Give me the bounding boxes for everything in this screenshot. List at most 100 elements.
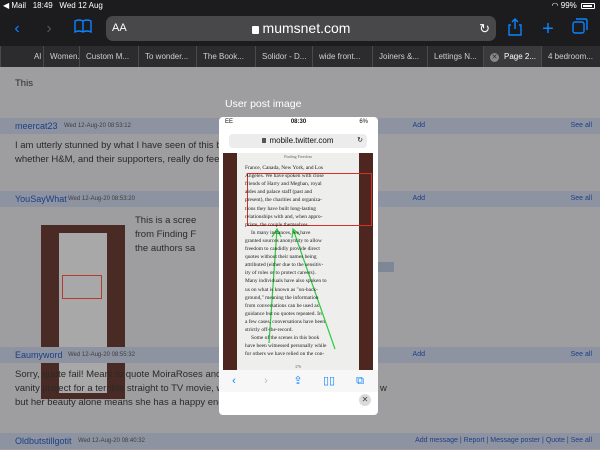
add-message-link[interactable]: Add xyxy=(413,347,425,363)
reload-icon: ↻ xyxy=(357,137,363,144)
share-icon: ⇪ xyxy=(293,375,303,387)
book-text-line: In many instances, we have xyxy=(251,229,311,236)
post-text: from Finding F xyxy=(135,229,197,240)
tab-item[interactable]: wide front... xyxy=(312,46,372,67)
add-message-link[interactable]: Add xyxy=(413,118,425,134)
post-username[interactable]: YouSayWhat xyxy=(15,191,67,207)
battery-icon xyxy=(581,2,595,9)
tab-label: Lettings N... xyxy=(434,52,477,61)
back-chevron-icon: ‹ xyxy=(232,375,236,387)
tab-overview-icon[interactable] xyxy=(569,18,591,40)
post-text: but her beauty alone means she has a hap… xyxy=(15,397,237,408)
new-tab-icon[interactable]: + xyxy=(537,18,559,40)
forward-chevron-icon: › xyxy=(264,375,268,387)
see-all-link[interactable]: See all xyxy=(571,118,592,134)
status-bar: ◀ Mail 18:49 Wed 12 Aug ◠ 99% xyxy=(0,0,600,12)
see-all-link[interactable]: See all xyxy=(571,347,592,363)
book-page: Finding Freedom 376 France, Canada, New … xyxy=(237,153,372,370)
book-text-line: ity of roles or to protect careers). xyxy=(245,270,316,277)
book-text-line: Angeles. We have spoken with close xyxy=(245,173,324,180)
clock: 18:49 xyxy=(32,1,53,10)
lock-icon xyxy=(262,138,267,144)
tab-item[interactable]: Custom M... xyxy=(79,46,138,67)
tab-item[interactable]: Solidor - D... xyxy=(255,46,312,67)
book-text-line: Many individuals have also spoken to xyxy=(245,278,327,285)
tab-label: The Book... xyxy=(203,52,244,61)
book-text-line: granted sources anonymity to allow xyxy=(245,237,322,244)
post-text: Sorry, quote fail! Meant to quote MoiraR… xyxy=(15,369,235,380)
bookmarks-icon: ▯▯ xyxy=(322,375,336,387)
post-username[interactable]: Oldbutstillgotit xyxy=(15,433,72,449)
post-date: Wed 12-Aug-20 08:40:32 xyxy=(78,438,145,444)
see-all-link[interactable]: See all xyxy=(571,191,592,207)
tab-item[interactable]: To wonder... xyxy=(138,46,196,67)
post-text: the authors sa xyxy=(135,243,196,254)
book-text-line: relationships with and, when appro- xyxy=(245,213,323,220)
book-text-line: guidance but no quotes repeated. In xyxy=(245,310,322,317)
tab-item[interactable]: Joiners &... xyxy=(372,46,427,67)
phone-toolbar: ‹ › ⇪ ▯▯ ⧉ xyxy=(219,370,378,392)
tab-item-active[interactable]: ✕ Page 2... xyxy=(483,46,541,67)
tab-label: Custom M... xyxy=(86,52,130,61)
post-actions[interactable]: Add message | Report | Message poster | … xyxy=(415,433,592,449)
book-text-line: aides and palace staff (past and xyxy=(245,189,313,196)
book-text-line: freedom to candidly provide direct xyxy=(245,246,320,252)
tab-label: wide front... xyxy=(319,52,361,61)
phone-url: mobile.twitter.com xyxy=(269,136,334,145)
post-text: I am utterly stunned by what I have seen… xyxy=(15,140,237,151)
close-tab-icon[interactable]: ✕ xyxy=(490,53,499,62)
tab-label: Solidor - D... xyxy=(262,52,307,61)
add-message-link[interactable]: Add xyxy=(413,191,425,207)
post-text-fragment: w xyxy=(380,383,387,394)
tab-item[interactable]: 4 bedroom... xyxy=(541,46,600,67)
date: Wed 12 Aug xyxy=(59,1,103,10)
address-bar[interactable]: AA mumsnet.com ↻ xyxy=(106,16,496,41)
tab-bar: Al Women... Custom M... To wonder... The… xyxy=(0,46,600,67)
book-text-line: friends of Harry and Meghan, royal xyxy=(245,181,322,188)
image-lightbox: EE 08:30 6% mobile.twitter.com ↻ Finding… xyxy=(219,117,378,415)
tab-label: Page 2... xyxy=(504,52,537,61)
book-text-line: France, Canada, New York, and Los xyxy=(245,165,323,171)
book-photo: Finding Freedom 376 France, Canada, New … xyxy=(223,153,373,370)
share-icon[interactable] xyxy=(504,18,526,40)
book-text-line: tions they have built long-lasting xyxy=(245,205,316,212)
url-text: mumsnet.com xyxy=(262,20,351,36)
tab-label: Women... xyxy=(50,52,79,61)
book-text-line: ground," meaning the information xyxy=(245,294,319,301)
book-text-line: quotes without their names being xyxy=(245,254,317,261)
post-username[interactable]: meercat23 xyxy=(15,118,58,134)
phone-address-bar: mobile.twitter.com ↻ xyxy=(229,134,367,148)
tab-label: Al xyxy=(34,52,42,61)
back-to-mail-link[interactable]: ◀ Mail xyxy=(3,1,26,10)
book-text-line: attributed (either due to the sensitiv- xyxy=(245,262,324,269)
tab-label: Joiners &... xyxy=(379,52,420,61)
forward-chevron-icon[interactable]: › xyxy=(38,18,60,40)
bookmarks-icon[interactable] xyxy=(72,18,94,40)
back-chevron-icon[interactable]: ‹ xyxy=(6,18,28,40)
tab-item[interactable]: The Book... xyxy=(196,46,255,67)
book-text-line: strictly off-the-record. xyxy=(245,327,293,333)
book-text-line: us on what is known as "on-back- xyxy=(245,286,318,293)
phone-status-bar: EE 08:30 6% xyxy=(219,117,378,128)
tab-item[interactable]: Al xyxy=(0,46,43,67)
report-button-fragment[interactable] xyxy=(378,262,394,272)
post-text: vanity project for a terrible straight t… xyxy=(15,383,234,394)
tab-label: To wonder... xyxy=(145,52,189,61)
post-text: This xyxy=(15,78,33,89)
overlay-title: User post image xyxy=(225,98,302,110)
book-text-line: present), the charities and organiza- xyxy=(245,197,322,204)
post-text: This is a scree xyxy=(135,215,197,226)
post-date: Wed 12-Aug-20 08:53:20 xyxy=(68,196,135,202)
post-text: whether H&M, and their supporters, reall… xyxy=(15,154,233,165)
book-text-line: have been witnessed personally while xyxy=(245,343,327,350)
post-username[interactable]: Eaumyword xyxy=(15,347,63,363)
browser-toolbar: ‹ › AA mumsnet.com ↻ + xyxy=(0,12,600,46)
book-text-line: from conversations can be used as xyxy=(245,302,319,309)
wifi-icon: ◠ xyxy=(551,1,559,10)
reload-icon[interactable]: ↻ xyxy=(479,16,490,41)
tab-item[interactable]: Lettings N... xyxy=(427,46,483,67)
tabs-icon: ⧉ xyxy=(356,375,364,387)
tab-item[interactable]: Women... xyxy=(43,46,79,67)
close-lightbox-icon[interactable]: ✕ xyxy=(359,394,371,406)
book-text-line: a few cases, conversations have been xyxy=(245,318,325,325)
